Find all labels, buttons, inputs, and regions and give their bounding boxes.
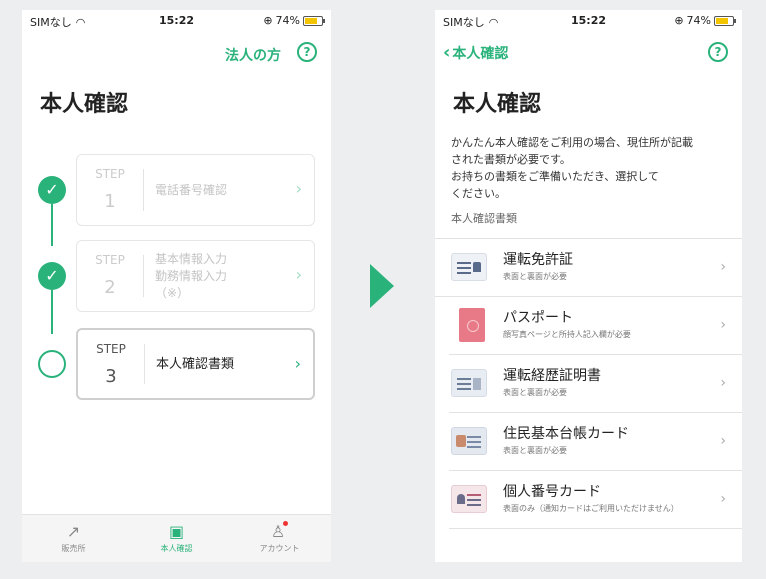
id-card-icon: ▣ xyxy=(168,522,185,541)
step-divider xyxy=(143,169,144,211)
document-item-driving-history[interactable]: 運転経歴証明書 表面と裏面が必要 › xyxy=(449,355,742,413)
tab-account[interactable]: ♙ アカウント xyxy=(228,515,331,562)
description-line: お持ちの書類をご準備いただき、選択して xyxy=(451,170,659,183)
step-row-3: STEP 3 本人確認書類 › xyxy=(22,328,331,400)
battery-icon xyxy=(303,15,325,26)
left-screen: SIMなし ◠ 15:22 ⊕ 74% 法人の方 ? 本人確認 ✓ STEP 1 電… xyxy=(22,10,331,562)
document-item-my-number-card[interactable]: 個人番号カード 表面のみ（通知カードはご利用いただけません） › xyxy=(449,471,742,529)
check-icon: ✓ xyxy=(38,176,66,204)
arrow-right-icon xyxy=(370,264,394,308)
document-sub: 表面と裏面が必要 xyxy=(503,272,567,281)
battery-percent: 74% xyxy=(686,14,711,27)
driving-history-certificate-icon xyxy=(451,369,487,397)
chevron-right-icon: › xyxy=(720,375,726,391)
battery-percent: 74% xyxy=(275,14,300,27)
right-screen: SIMなし ◠ 15:22 ⊕ 74% ‹ 本人確認 ? 本人確認 かんたん本人確認を… xyxy=(435,10,742,562)
document-name: 運転免許証 xyxy=(503,252,573,268)
help-icon[interactable]: ? xyxy=(708,42,728,62)
tab-label: 本人確認 xyxy=(160,544,193,553)
chevron-right-icon: › xyxy=(720,433,726,449)
resident-card-icon xyxy=(451,427,487,455)
orientation-lock-icon: ⊕ xyxy=(674,14,684,27)
nav-bar: ‹ 本人確認 ? xyxy=(435,38,742,68)
step-divider xyxy=(144,344,145,384)
document-sub: 表面と裏面が必要 xyxy=(503,446,567,455)
description-line: ください。 xyxy=(451,187,506,200)
page-title: 本人確認 xyxy=(453,92,542,117)
step-title-line: 基本情報入力 xyxy=(155,251,228,266)
step-row-2: ✓ STEP 2 基本情報入力 勤務情報入力 （※） › xyxy=(22,240,331,312)
step-number: 1 xyxy=(104,191,116,212)
back-label: 本人確認 xyxy=(452,46,509,62)
chevron-right-icon: › xyxy=(295,179,302,198)
description: かんたん本人確認をご利用の場合、現住所が記載 された書類が必要です。 お持ちの書… xyxy=(451,134,730,202)
document-name: 個人番号カード xyxy=(503,484,601,500)
tab-identity[interactable]: ▣ 本人確認 xyxy=(125,515,228,562)
tab-label: 販売所 xyxy=(61,544,86,553)
status-bar: SIMなし ◠ 15:22 ⊕ 74% xyxy=(22,10,331,32)
my-number-card-icon xyxy=(451,485,487,513)
battery-icon xyxy=(714,15,736,26)
check-icon: ✓ xyxy=(38,262,66,290)
step-title-line: 勤務情報入力 xyxy=(155,268,228,283)
tab-bar: ↗ 販売所 ▣ 本人確認 ♙ アカウント xyxy=(22,514,331,562)
step-card-1[interactable]: STEP 1 電話番号確認 › xyxy=(76,154,315,226)
document-list: 運転免許証 表面と裏面が必要 › パスポート 顔写真ページと所持人記入欄が必要 … xyxy=(435,238,742,529)
chevron-right-icon: › xyxy=(295,265,302,284)
document-item-passport[interactable]: パスポート 顔写真ページと所持人記入欄が必要 › xyxy=(449,297,742,355)
description-line: された書類が必要です。 xyxy=(451,153,571,166)
step-number: 2 xyxy=(104,277,116,298)
document-sub: 表面と裏面が必要 xyxy=(503,388,567,397)
document-name: パスポート xyxy=(503,310,573,326)
current-step-circle-icon xyxy=(38,350,66,378)
chevron-right-icon: › xyxy=(720,259,726,275)
tab-exchange[interactable]: ↗ 販売所 xyxy=(22,515,125,562)
notification-badge xyxy=(283,521,289,526)
step-title: 電話番号確認 xyxy=(155,182,228,197)
status-bar: SIMなし ◠ 15:22 ⊕ 74% xyxy=(435,10,742,32)
document-sub: 表面のみ（通知カードはご利用いただけません） xyxy=(503,504,679,513)
description-line: かんたん本人確認をご利用の場合、現住所が記載 xyxy=(451,136,693,149)
step-card-3[interactable]: STEP 3 本人確認書類 › xyxy=(76,328,315,400)
step-title: 本人確認書類 xyxy=(156,356,235,372)
step-title: 基本情報入力 勤務情報入力 （※） xyxy=(155,241,284,311)
step-number: 3 xyxy=(105,366,117,387)
step-label: STEP xyxy=(95,253,125,267)
passport-icon xyxy=(459,308,485,342)
step-divider xyxy=(143,255,144,297)
document-sub: 顔写真ページと所持人記入欄が必要 xyxy=(503,330,631,339)
help-icon[interactable]: ? xyxy=(297,42,317,62)
step-label: STEP xyxy=(96,342,126,356)
chevron-right-icon: › xyxy=(720,491,726,507)
document-name: 運転経歴証明書 xyxy=(503,368,601,384)
drivers-license-icon xyxy=(451,253,487,281)
step-title-note: （※） xyxy=(155,285,190,300)
document-name: 住民基本台帳カード xyxy=(503,426,629,442)
back-button[interactable]: ‹ 本人確認 xyxy=(443,43,508,63)
chevron-left-icon: ‹ xyxy=(443,42,451,63)
chart-trend-icon: ↗ xyxy=(66,522,81,541)
step-row-1: ✓ STEP 1 電話番号確認 › xyxy=(22,154,331,226)
chevron-right-icon: › xyxy=(720,317,726,333)
document-item-drivers-license[interactable]: 運転免許証 表面と裏面が必要 › xyxy=(435,239,742,297)
orientation-lock-icon: ⊕ xyxy=(263,14,273,27)
nav-bar: 法人の方 ? xyxy=(22,38,331,68)
section-label: 本人確認書類 xyxy=(451,212,517,225)
page-title: 本人確認 xyxy=(40,92,129,117)
corporate-link[interactable]: 法人の方 xyxy=(225,45,281,65)
step-label: STEP xyxy=(95,167,125,181)
tab-label: アカウント xyxy=(259,544,300,553)
document-item-resident-card[interactable]: 住民基本台帳カード 表面と裏面が必要 › xyxy=(449,413,742,471)
chevron-right-icon: › xyxy=(294,354,301,373)
step-card-2[interactable]: STEP 2 基本情報入力 勤務情報入力 （※） › xyxy=(76,240,315,312)
